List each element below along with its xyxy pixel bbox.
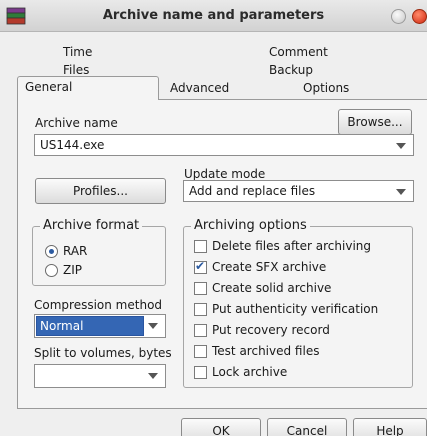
cancel-button[interactable]: Cancel (267, 418, 347, 436)
window-title: Archive name and parameters (102, 8, 325, 23)
chevron-down-icon[interactable] (148, 323, 158, 329)
archive-format-legend: Archive format (40, 218, 143, 233)
archiving-options-legend: Archiving options (191, 218, 310, 233)
tab-general-label: General (25, 80, 73, 94)
tab-options[interactable]: Options (303, 81, 349, 95)
rar-radio[interactable] (45, 245, 58, 258)
update-mode-dropdown[interactable]: Add and replace files (183, 180, 414, 202)
update-mode-value: Add and replace files (189, 184, 316, 198)
split-volumes-combo[interactable] (34, 364, 166, 388)
tab-comment[interactable]: Comment (269, 45, 328, 59)
chevron-down-icon[interactable] (396, 189, 406, 195)
create-solid-label[interactable]: Create solid archive (212, 281, 331, 295)
archive-name-combo[interactable]: US144.exe (34, 134, 414, 156)
compression-method-selected: Normal (36, 316, 144, 336)
update-mode-label: Update mode (184, 167, 266, 181)
rar-label[interactable]: RAR (63, 244, 87, 258)
test-files-label[interactable]: Test archived files (212, 344, 319, 358)
lock-archive-checkbox[interactable] (194, 366, 207, 379)
chevron-down-icon[interactable] (396, 143, 406, 149)
compression-method-dropdown[interactable]: Normal (34, 314, 166, 338)
help-button[interactable]: Help (353, 418, 427, 436)
recovery-record-checkbox[interactable] (194, 324, 207, 337)
tab-advanced[interactable]: Advanced (170, 81, 229, 95)
close-button[interactable] (412, 9, 427, 24)
split-volumes-label: Split to volumes, bytes (34, 346, 172, 360)
create-sfx-checkbox[interactable] (194, 259, 207, 274)
tab-time[interactable]: Time (63, 45, 92, 59)
archive-name-label: Archive name (35, 116, 118, 130)
archive-name-value: US144.exe (40, 138, 105, 152)
zip-label[interactable]: ZIP (63, 263, 82, 277)
authenticity-checkbox[interactable] (194, 303, 207, 316)
zip-radio[interactable] (45, 264, 58, 277)
authenticity-label[interactable]: Put authenticity verification (212, 302, 378, 316)
test-files-checkbox[interactable] (194, 345, 207, 358)
lock-archive-label[interactable]: Lock archive (212, 365, 287, 379)
tab-backup[interactable]: Backup (269, 63, 313, 77)
profiles-button[interactable]: Profiles... (35, 178, 166, 204)
delete-files-label[interactable]: Delete files after archiving (212, 239, 371, 253)
create-sfx-label[interactable]: Create SFX archive (212, 260, 326, 274)
tab-files[interactable]: Files (63, 63, 89, 77)
chevron-down-icon[interactable] (148, 373, 158, 379)
create-solid-checkbox[interactable] (194, 282, 207, 295)
minimize-button[interactable] (391, 9, 406, 24)
compression-method-label: Compression method (34, 298, 163, 312)
delete-files-checkbox[interactable] (194, 240, 207, 253)
recovery-record-label[interactable]: Put recovery record (212, 323, 330, 337)
browse-button[interactable]: Browse... (338, 109, 412, 135)
ok-button[interactable]: OK (181, 418, 261, 436)
